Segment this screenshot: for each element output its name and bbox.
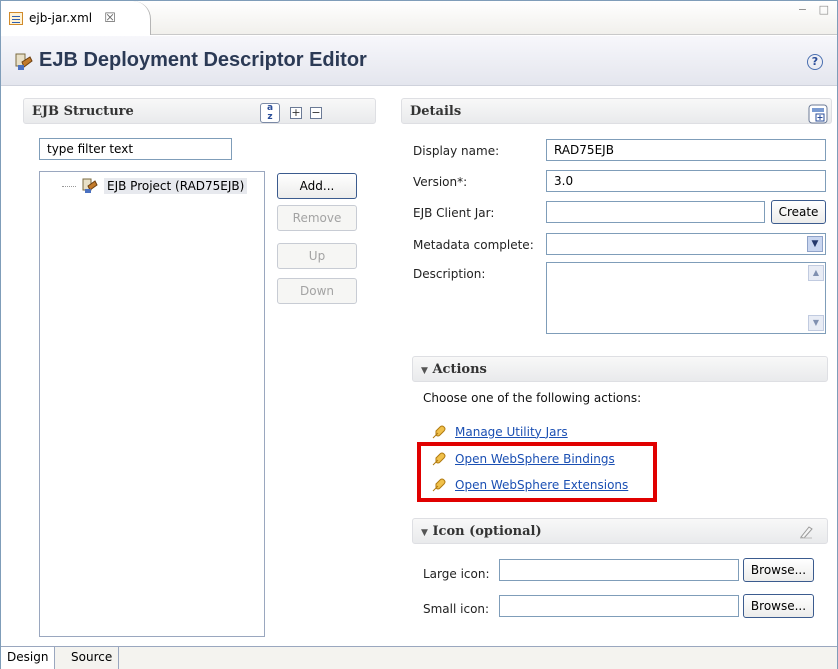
icon-section-header[interactable]: ▼ Icon (optional) — [412, 518, 828, 544]
display-name-field[interactable]: RAD75EJB — [546, 139, 826, 161]
large-icon-label: Large icon: — [423, 567, 490, 581]
sort-alphabetical-icon[interactable]: az — [260, 103, 280, 123]
ejb-structure-tree[interactable]: EJB Project (RAD75EJB) — [39, 171, 265, 637]
actions-prompt: Choose one of the following actions: — [423, 391, 642, 405]
page-title: EJB Deployment Descriptor Editor — [39, 49, 367, 71]
details-header: Details — [401, 98, 832, 124]
collapse-toggle-icon: ▼ — [421, 528, 428, 538]
browse-large-icon-button[interactable]: Browse... — [743, 558, 814, 582]
section-title-ejb-structure: EJB Structure — [32, 104, 134, 119]
tree-item-label: EJB Project (RAD75EJB) — [104, 178, 248, 194]
scroll-down-icon[interactable]: ▼ — [808, 315, 824, 331]
up-button[interactable]: Up — [277, 243, 357, 269]
expand-all-icon[interactable]: + — [290, 107, 302, 119]
down-button[interactable]: Down — [277, 278, 357, 304]
manage-utility-jars-link[interactable]: Manage Utility Jars — [431, 423, 568, 440]
tree-item[interactable]: EJB Project (RAD75EJB) — [62, 178, 248, 194]
chevron-down-icon[interactable]: ▼ — [807, 236, 823, 252]
small-icon-field[interactable] — [499, 595, 739, 617]
editor-tab-label: ejb-jar.xml — [29, 11, 93, 25]
version-label: Version*: — [413, 175, 468, 189]
tab-source[interactable]: Source — [65, 647, 120, 669]
scroll-up-icon[interactable]: ▲ — [808, 265, 824, 281]
editor-tab-strip: ejb-jar.xml ☒ − □ — [1, 1, 837, 35]
section-title-actions: ▼ Actions — [421, 362, 487, 377]
section-title-details: Details — [410, 104, 462, 119]
create-button[interactable]: Create — [771, 200, 826, 224]
metadata-complete-label: Metadata complete: — [413, 238, 534, 252]
add-button[interactable]: Add... — [277, 173, 357, 199]
xml-file-icon — [9, 11, 23, 25]
help-icon[interactable]: ? — [807, 54, 823, 70]
link-label: Manage Utility Jars — [455, 424, 568, 439]
small-icon-label: Small icon: — [423, 602, 490, 616]
eraser-icon[interactable] — [799, 525, 813, 539]
browse-small-icon-button[interactable]: Browse... — [743, 594, 814, 618]
ejb-project-icon — [82, 178, 98, 193]
client-jar-field[interactable] — [546, 201, 765, 223]
actions-title-text: Actions — [432, 362, 487, 377]
remove-button[interactable]: Remove — [277, 205, 357, 231]
editor-tab-ejb-jar[interactable]: ejb-jar.xml ☒ — [1, 1, 151, 35]
description-label: Description: — [413, 267, 486, 281]
ejb-editor-icon — [15, 53, 33, 70]
client-jar-label: EJB Client Jar: — [413, 206, 495, 220]
highlight-annotation-box — [417, 442, 657, 502]
metadata-complete-select[interactable]: ▼ — [546, 233, 826, 255]
actions-header[interactable]: ▼ Actions — [412, 356, 828, 382]
tab-design[interactable]: Design — [1, 647, 56, 669]
editor-window: ejb-jar.xml ☒ − □ EJB Deployment Descrip… — [0, 0, 838, 669]
collapse-all-icon[interactable]: − — [310, 107, 322, 119]
details-menu-icon[interactable] — [808, 104, 828, 124]
collapse-toggle-icon: ▼ — [421, 366, 428, 376]
filter-input[interactable]: type filter text — [39, 138, 232, 160]
description-textarea[interactable]: ▲ ▼ — [546, 262, 826, 334]
tree-connector — [62, 185, 76, 187]
editor-header: EJB Deployment Descriptor Editor ? — [1, 36, 837, 86]
link-icon — [432, 425, 446, 439]
window-controls[interactable]: − □ — [798, 3, 833, 16]
ejb-structure-header: EJB Structure — [23, 98, 376, 124]
close-icon[interactable]: ☒ — [104, 11, 116, 26]
editor-page-tabs: Design Source — [1, 646, 837, 669]
display-name-label: Display name: — [413, 144, 500, 158]
section-title-icon: ▼ Icon (optional) — [421, 524, 542, 539]
large-icon-field[interactable] — [499, 559, 739, 581]
icon-section-title-text: Icon (optional) — [432, 524, 542, 539]
version-field[interactable]: 3.0 — [546, 170, 826, 192]
